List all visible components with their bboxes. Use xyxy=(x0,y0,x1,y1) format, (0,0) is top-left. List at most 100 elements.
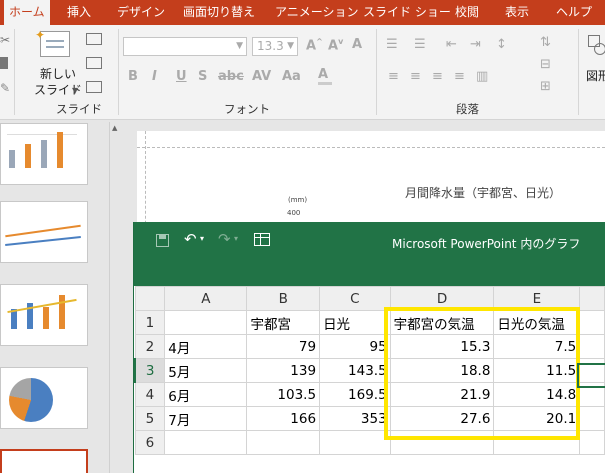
column-header[interactable] xyxy=(579,286,605,311)
section-icon[interactable] xyxy=(86,81,102,93)
group-paragraph-label: 段落 xyxy=(456,102,479,116)
group-separator xyxy=(376,29,377,115)
undo-icon[interactable]: ↶ xyxy=(184,230,197,248)
chart-title[interactable]: 月間降水量（宇都宮、日光） xyxy=(405,184,561,201)
cell[interactable]: 95 xyxy=(319,334,391,359)
align-center-icon[interactable]: ≡ xyxy=(410,69,421,84)
row-header[interactable]: 4 xyxy=(134,382,166,407)
row-header[interactable]: 2 xyxy=(134,334,166,359)
font-color-icon[interactable]: A xyxy=(318,67,334,85)
shapes-label[interactable]: 図形 xyxy=(586,67,605,84)
tab-review[interactable]: 校閲 xyxy=(455,0,479,25)
numbering-icon[interactable]: ☰ xyxy=(414,37,426,52)
increase-indent-icon[interactable]: ⇥ xyxy=(470,37,481,52)
copy-icon[interactable] xyxy=(0,57,8,69)
y-axis-tick: 400 xyxy=(287,209,301,217)
group-font-label: フォント xyxy=(224,102,270,116)
tab-view[interactable]: 表示 xyxy=(505,0,529,25)
chevron-down-icon[interactable]: ▾ xyxy=(234,234,238,243)
column-header[interactable]: B xyxy=(246,286,321,311)
bold-icon[interactable]: B xyxy=(128,69,138,84)
reset-icon[interactable] xyxy=(86,57,102,69)
chevron-down-icon[interactable]: ▼ xyxy=(72,86,78,95)
char-spacing-icon[interactable]: AV xyxy=(252,69,271,84)
new-slide-label[interactable]: 新しい xyxy=(40,65,76,82)
align-text-icon[interactable]: ⊟ xyxy=(540,57,551,72)
cell[interactable] xyxy=(579,310,605,335)
cell[interactable]: 日光 xyxy=(319,310,391,335)
text-direction-icon[interactable]: ⇅ xyxy=(540,35,551,50)
cell[interactable]: 5月 xyxy=(164,358,248,383)
cell[interactable] xyxy=(164,430,248,455)
shadow-icon[interactable]: S xyxy=(198,69,207,84)
slide-thumbnail[interactable] xyxy=(0,201,88,263)
cell[interactable]: 166 xyxy=(246,406,321,431)
slide-thumbnail[interactable] xyxy=(0,284,88,346)
group-separator xyxy=(578,29,579,115)
cell[interactable] xyxy=(319,430,391,455)
justify-icon[interactable]: ≡ xyxy=(454,69,465,84)
select-all-corner[interactable] xyxy=(134,286,166,311)
smartart-icon[interactable]: ⊞ xyxy=(540,79,551,94)
font-size-combo[interactable]: 13.3 ▼ xyxy=(252,37,298,56)
cell[interactable]: 353 xyxy=(319,406,391,431)
row-header-selected[interactable]: 3 xyxy=(134,358,166,383)
format-painter-icon[interactable]: ✎ xyxy=(0,81,10,95)
ribbon: ✂ ✎ ✦ 新しい スライド ▼ スライド ▼ 13.3 ▼ A^ Av A B… xyxy=(0,25,605,120)
tab-slideshow[interactable]: スライド ショー xyxy=(363,0,451,25)
grow-font-icon[interactable]: A^ xyxy=(306,37,323,53)
cell[interactable]: 169.5 xyxy=(319,382,391,407)
slide-thumbnail[interactable] xyxy=(0,367,88,429)
cell[interactable] xyxy=(579,406,605,431)
row-header[interactable]: 6 xyxy=(134,430,166,455)
font-name-combo[interactable]: ▼ xyxy=(123,37,247,56)
change-case-icon[interactable]: Aa xyxy=(282,69,301,84)
cell[interactable]: 143.5 xyxy=(319,358,391,383)
chevron-down-icon[interactable]: ▾ xyxy=(200,234,204,243)
cell[interactable]: 4月 xyxy=(164,334,248,359)
redo-icon[interactable]: ↷ xyxy=(218,230,231,248)
slide-thumbnail[interactable] xyxy=(0,123,88,185)
cell[interactable]: 79 xyxy=(246,334,321,359)
bullets-icon[interactable]: ☰ xyxy=(386,37,398,52)
cell[interactable]: 7月 xyxy=(164,406,248,431)
underline-icon[interactable]: U xyxy=(176,69,187,84)
tab-animations[interactable]: アニメーション xyxy=(275,0,359,25)
layout-icon[interactable] xyxy=(86,33,102,45)
cell[interactable] xyxy=(579,430,605,455)
save-icon[interactable] xyxy=(156,234,169,247)
new-slide-icon[interactable]: ✦ xyxy=(35,28,70,57)
tab-design[interactable]: デザイン xyxy=(117,0,165,25)
cell[interactable]: 宇都宮 xyxy=(246,310,321,335)
cell[interactable] xyxy=(246,430,321,455)
cell[interactable] xyxy=(164,310,248,335)
columns-icon[interactable]: ▥ xyxy=(476,69,488,84)
row-header[interactable]: 5 xyxy=(134,406,166,431)
align-left-icon[interactable]: ≡ xyxy=(388,69,399,84)
cell[interactable] xyxy=(579,334,605,359)
cut-icon[interactable]: ✂ xyxy=(0,33,10,47)
tab-home[interactable]: ホーム xyxy=(4,0,50,25)
tab-help[interactable]: ヘルプ xyxy=(556,0,592,25)
cell[interactable]: 139 xyxy=(246,358,321,383)
thumbnails-scrollbar[interactable]: ▲ xyxy=(109,122,121,473)
row-header[interactable]: 1 xyxy=(134,310,166,335)
strikethrough-icon[interactable]: abc xyxy=(218,69,244,84)
edit-in-excel-icon[interactable] xyxy=(254,233,270,246)
tab-transitions[interactable]: 画面切り替え xyxy=(183,0,255,25)
shrink-font-icon[interactable]: Av xyxy=(328,37,343,53)
cell[interactable]: 103.5 xyxy=(246,382,321,407)
column-header[interactable]: C xyxy=(319,286,391,311)
cell[interactable]: 6月 xyxy=(164,382,248,407)
column-header[interactable]: A xyxy=(164,286,248,311)
line-spacing-icon[interactable]: ↕ xyxy=(496,37,507,52)
tab-insert[interactable]: 挿入 xyxy=(67,0,91,25)
clear-format-icon[interactable]: A xyxy=(352,37,362,52)
powerpoint-window: ホーム 挿入 デザイン 画面切り替え アニメーション スライド ショー 校閲 表… xyxy=(0,0,605,473)
shapes-icon[interactable] xyxy=(586,31,605,61)
slide-thumbnail-selected[interactable] xyxy=(0,449,88,473)
align-right-icon[interactable]: ≡ xyxy=(432,69,443,84)
italic-icon[interactable]: I xyxy=(152,69,157,84)
decrease-indent-icon[interactable]: ⇤ xyxy=(446,37,457,52)
y-axis-unit: (mm) xyxy=(288,196,308,204)
